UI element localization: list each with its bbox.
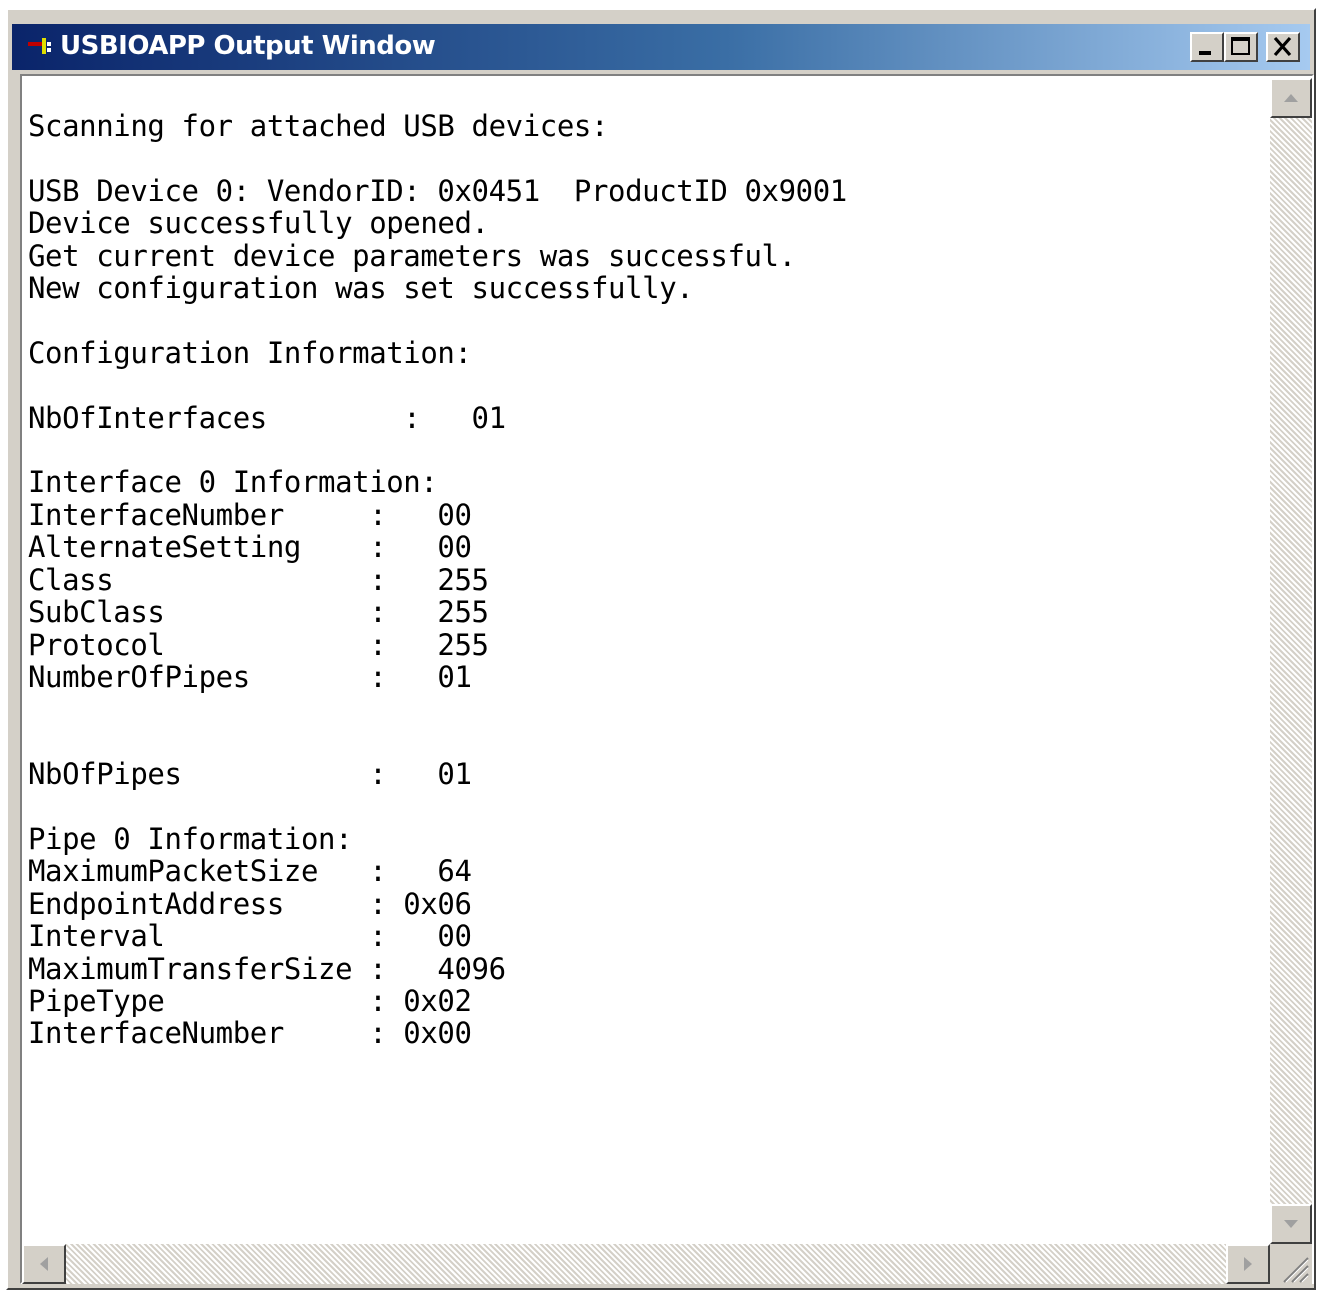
- size-grip[interactable]: [1270, 1244, 1312, 1284]
- output-line: InterfaceNumber : 00: [28, 497, 472, 532]
- scroll-up-button[interactable]: [1270, 78, 1312, 118]
- maximize-button[interactable]: [1224, 32, 1258, 62]
- output-line: Pipe 0 Information:: [28, 821, 353, 856]
- window-title: USBIOAPP Output Window: [60, 31, 436, 61]
- output-line: NbOfPipes : 01: [28, 757, 472, 792]
- scroll-left-button[interactable]: [22, 1244, 66, 1284]
- resize-grip-icon: [1283, 1257, 1309, 1283]
- output-line: USB Device 0: VendorID: 0x0451 ProductID…: [28, 173, 847, 208]
- output-line: EndpointAddress : 0x06: [28, 886, 472, 921]
- output-line: Configuration Information:: [28, 335, 472, 370]
- title-bar[interactable]: USBIOAPP Output Window: [12, 24, 1310, 70]
- vertical-scrollbar[interactable]: [1270, 78, 1312, 1244]
- output-line: Get current device parameters was succes…: [28, 238, 796, 273]
- output-line: InterfaceNumber : 0x00: [28, 1016, 472, 1051]
- output-line: New configuration was set successfully.: [28, 271, 694, 306]
- scroll-down-button[interactable]: [1270, 1204, 1312, 1244]
- output-line: NbOfInterfaces : 01: [28, 400, 506, 435]
- close-icon: [1273, 36, 1292, 57]
- maximize-icon: [1231, 37, 1250, 55]
- output-line: Scanning for attached USB devices:: [28, 109, 609, 143]
- left-arrow-icon: [40, 1257, 48, 1271]
- output-line: Protocol : 255: [28, 627, 489, 662]
- output-line: AlternateSetting : 00: [28, 530, 472, 565]
- output-line: MaximumTransferSize : 4096: [28, 951, 506, 986]
- app-icon: [28, 38, 51, 54]
- output-line: Device successfully opened.: [28, 206, 489, 241]
- minimize-button[interactable]: [1190, 32, 1224, 62]
- close-button[interactable]: [1266, 32, 1300, 62]
- output-line: MaximumPacketSize : 64: [28, 854, 472, 889]
- output-line: Class : 255: [28, 562, 489, 597]
- minimize-icon: [1199, 51, 1211, 55]
- right-arrow-icon: [1244, 1257, 1252, 1271]
- output-line: PipeType : 0x02: [28, 983, 472, 1018]
- up-arrow-icon: [1284, 94, 1298, 102]
- output-line: Interval : 00: [28, 919, 472, 954]
- scroll-right-button[interactable]: [1226, 1244, 1270, 1284]
- output-line: NumberOfPipes : 01: [28, 659, 472, 694]
- output-line: Interface 0 Information:: [28, 465, 438, 500]
- down-arrow-icon: [1284, 1220, 1298, 1228]
- output-line: SubClass : 255: [28, 595, 489, 630]
- horizontal-scrollbar[interactable]: [22, 1244, 1270, 1284]
- output-text: Scanning for attached USB devices: USB D…: [28, 110, 847, 1050]
